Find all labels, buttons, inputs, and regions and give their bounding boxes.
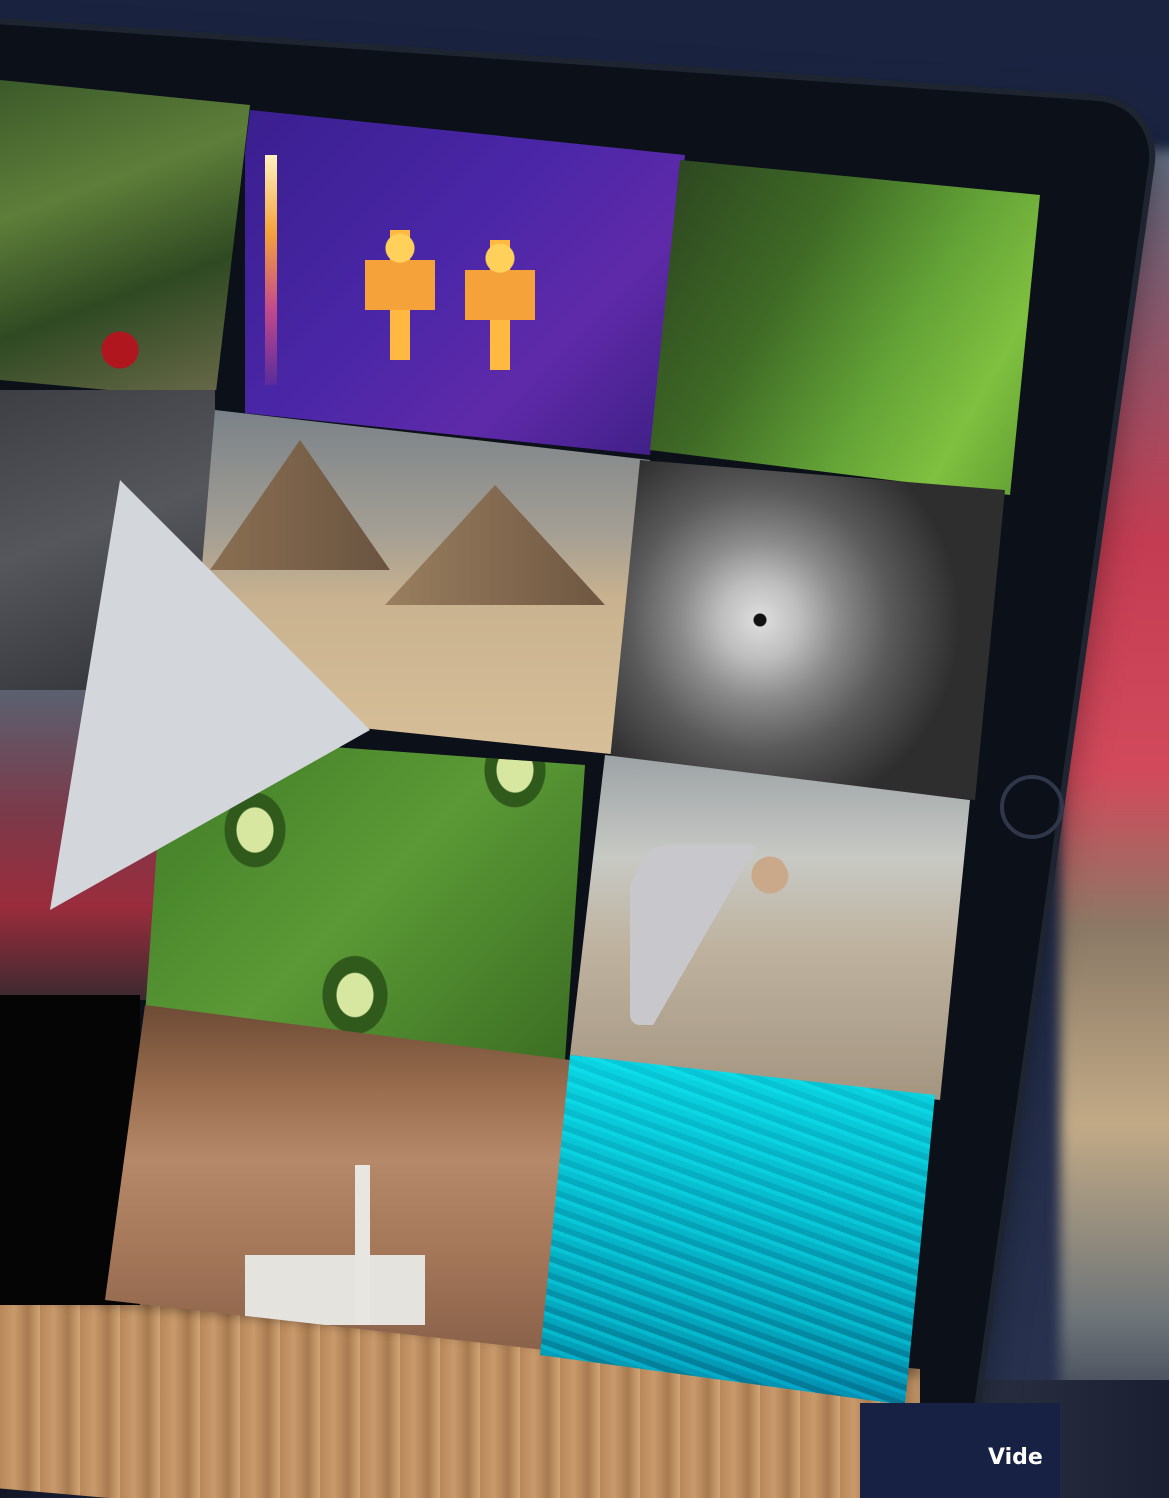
beach-person — [630, 845, 790, 1025]
caption-label: Vide — [988, 1445, 1043, 1470]
tile-mars-rover-photo — [105, 1005, 570, 1350]
tile-hurricane-photo — [610, 460, 1005, 800]
tile-beach-photo — [570, 755, 970, 1100]
home-button-icon — [1000, 775, 1064, 839]
mars-rover — [245, 1165, 425, 1325]
pyramid-left — [210, 440, 390, 570]
pyramid-right — [385, 485, 605, 605]
tile-forest-photo — [0, 80, 250, 390]
tile-green-abstract — [650, 160, 1040, 495]
thermal-scale-bar — [265, 155, 277, 385]
scene: Vide — [0, 0, 1169, 1498]
caption-panel: Vide — [860, 1403, 1060, 1498]
tablet-screen — [0, 0, 1169, 1498]
thermal-figure-left — [365, 230, 435, 360]
thermal-figure-right — [465, 240, 535, 370]
tile-ocean-fish-photo — [540, 1055, 935, 1405]
tile-thermal-image — [245, 110, 685, 455]
